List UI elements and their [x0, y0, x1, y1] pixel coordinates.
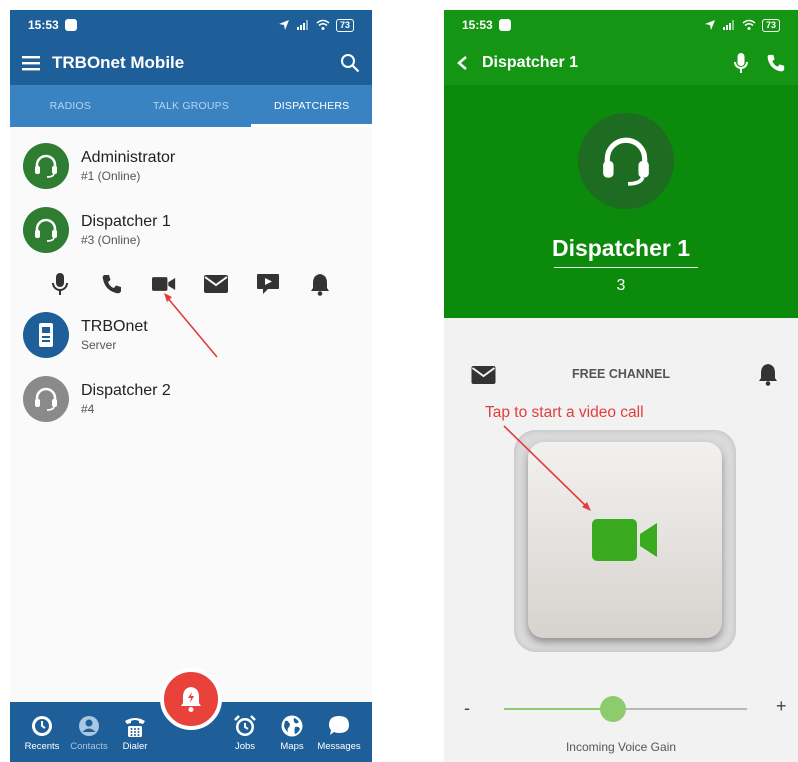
nav-label: Recents — [24, 741, 60, 752]
menu-icon[interactable] — [22, 55, 40, 71]
chat-bubble-icon — [329, 716, 349, 735]
nav-dialer[interactable]: Dialer — [110, 714, 160, 752]
headset-icon — [35, 387, 57, 411]
nav-label: Jobs — [234, 741, 256, 752]
gain-decrease-button[interactable]: - — [464, 698, 470, 719]
recents-icon — [32, 716, 52, 736]
radio-device-icon — [39, 323, 53, 347]
app-title: TRBOnet Mobile — [52, 52, 185, 72]
contact-action-row — [48, 272, 332, 296]
contact-status: #3 (Online) — [81, 233, 141, 247]
status-time: 15:53 — [28, 18, 59, 32]
headset-icon — [35, 154, 57, 178]
nav-label: Dialer — [122, 741, 148, 752]
status-bar: 15:53 73 — [10, 10, 372, 40]
gain-slider[interactable] — [504, 696, 747, 722]
slider-label: Incoming Voice Gain — [565, 740, 677, 754]
dispatcher-number: 3 — [616, 277, 626, 294]
avatar — [23, 143, 69, 189]
contact-status: Server — [81, 338, 117, 352]
globe-icon — [281, 715, 303, 737]
bell-icon[interactable] — [757, 361, 779, 387]
slider-thumb[interactable] — [600, 696, 627, 722]
emergency-alert-button[interactable] — [160, 668, 222, 730]
search-icon[interactable] — [340, 53, 360, 73]
nav-label: Contacts — [70, 741, 108, 752]
notification-app-icon — [498, 19, 511, 31]
tab-dispatchers[interactable]: DISPATCHERS — [251, 85, 372, 127]
back-arrow-icon[interactable] — [456, 55, 468, 71]
nav-label: Messages — [317, 741, 361, 752]
avatar — [578, 113, 674, 209]
contact-item-trbonet[interactable]: TRBOnet Server — [23, 312, 148, 358]
contact-header: Dispatcher 1 3 — [444, 85, 798, 318]
nav-label: Maps — [280, 741, 304, 752]
gain-increase-button[interactable]: + — [776, 696, 787, 717]
headset-icon — [35, 218, 57, 242]
nav-recents[interactable]: Recents — [17, 714, 67, 752]
dispatcher-name: Dispatcher 1 — [551, 235, 691, 261]
video-icon[interactable] — [152, 272, 176, 296]
left-phone-screen: 15:53 73 TRBOnet Mobile RADIOS TALK GROU… — [10, 10, 372, 762]
location-icon — [278, 20, 289, 30]
battery-indicator: 73 — [335, 18, 354, 32]
nav-maps[interactable]: Maps — [267, 714, 317, 752]
alarm-clock-icon — [234, 715, 256, 736]
divider — [554, 267, 698, 268]
bottom-nav: Recents Contacts Dialer Jobs Maps Messag… — [10, 668, 372, 762]
message-icon[interactable] — [256, 272, 280, 296]
contact-status: #1 (Online) — [81, 169, 141, 183]
notification-app-icon — [64, 19, 77, 31]
status-bar: 15:53 73 — [444, 10, 798, 40]
alarm-bell-icon — [181, 687, 201, 712]
contact-name: Dispatcher 1 — [81, 213, 171, 230]
contact-status: #4 — [81, 402, 95, 416]
mic-icon[interactable] — [734, 52, 748, 74]
avatar — [23, 207, 69, 253]
contacts-icon — [79, 716, 99, 736]
active-tab-indicator — [251, 124, 372, 127]
app-bar: Dispatcher 1 — [444, 40, 798, 85]
contact-item-administrator[interactable]: Administrator #1 (Online) — [23, 143, 175, 189]
signal-icon — [296, 20, 308, 30]
avatar — [23, 312, 69, 358]
status-time: 15:53 — [462, 18, 493, 32]
tab-radios[interactable]: RADIOS — [10, 85, 131, 127]
phone-icon[interactable] — [100, 272, 124, 296]
app-bar: TRBOnet Mobile — [10, 40, 372, 85]
contact-name: Administrator — [81, 149, 176, 166]
app-title: Dispatcher 1 — [482, 53, 579, 71]
video-call-button[interactable] — [528, 442, 722, 638]
dialer-icon — [125, 718, 145, 737]
nav-contacts[interactable]: Contacts — [64, 714, 114, 752]
mail-icon[interactable] — [204, 272, 228, 296]
annotation-hint: Tap to start a video call — [485, 404, 644, 421]
phone-icon[interactable] — [766, 53, 786, 73]
video-call-button-frame — [514, 430, 736, 652]
headset-icon — [603, 137, 649, 186]
wifi-icon — [316, 19, 330, 30]
channel-status: FREE CHANNEL — [572, 367, 670, 381]
contact-item-dispatcher-2[interactable]: Dispatcher 2 #4 — [23, 376, 171, 422]
contact-name: Dispatcher 2 — [81, 382, 171, 399]
video-camera-icon — [592, 519, 657, 561]
nav-jobs[interactable]: Jobs — [220, 714, 270, 752]
slider-fill — [504, 708, 614, 710]
wifi-icon — [742, 19, 756, 30]
contact-name: TRBOnet — [81, 318, 148, 335]
tab-bar: RADIOS TALK GROUPS DISPATCHERS — [10, 85, 372, 127]
bell-icon[interactable] — [308, 272, 332, 296]
right-phone-screen: 15:53 73 Dispatcher 1 Dispatcher 1 3 FRE… — [444, 10, 798, 762]
avatar — [23, 376, 69, 422]
tab-talk-groups[interactable]: TALK GROUPS — [131, 85, 252, 127]
battery-indicator: 73 — [761, 18, 780, 32]
nav-messages[interactable]: Messages — [314, 714, 364, 752]
contact-item-dispatcher-1[interactable]: Dispatcher 1 #3 (Online) — [23, 207, 171, 253]
signal-icon — [722, 20, 734, 30]
location-icon — [704, 20, 715, 30]
mic-icon[interactable] — [48, 272, 72, 296]
